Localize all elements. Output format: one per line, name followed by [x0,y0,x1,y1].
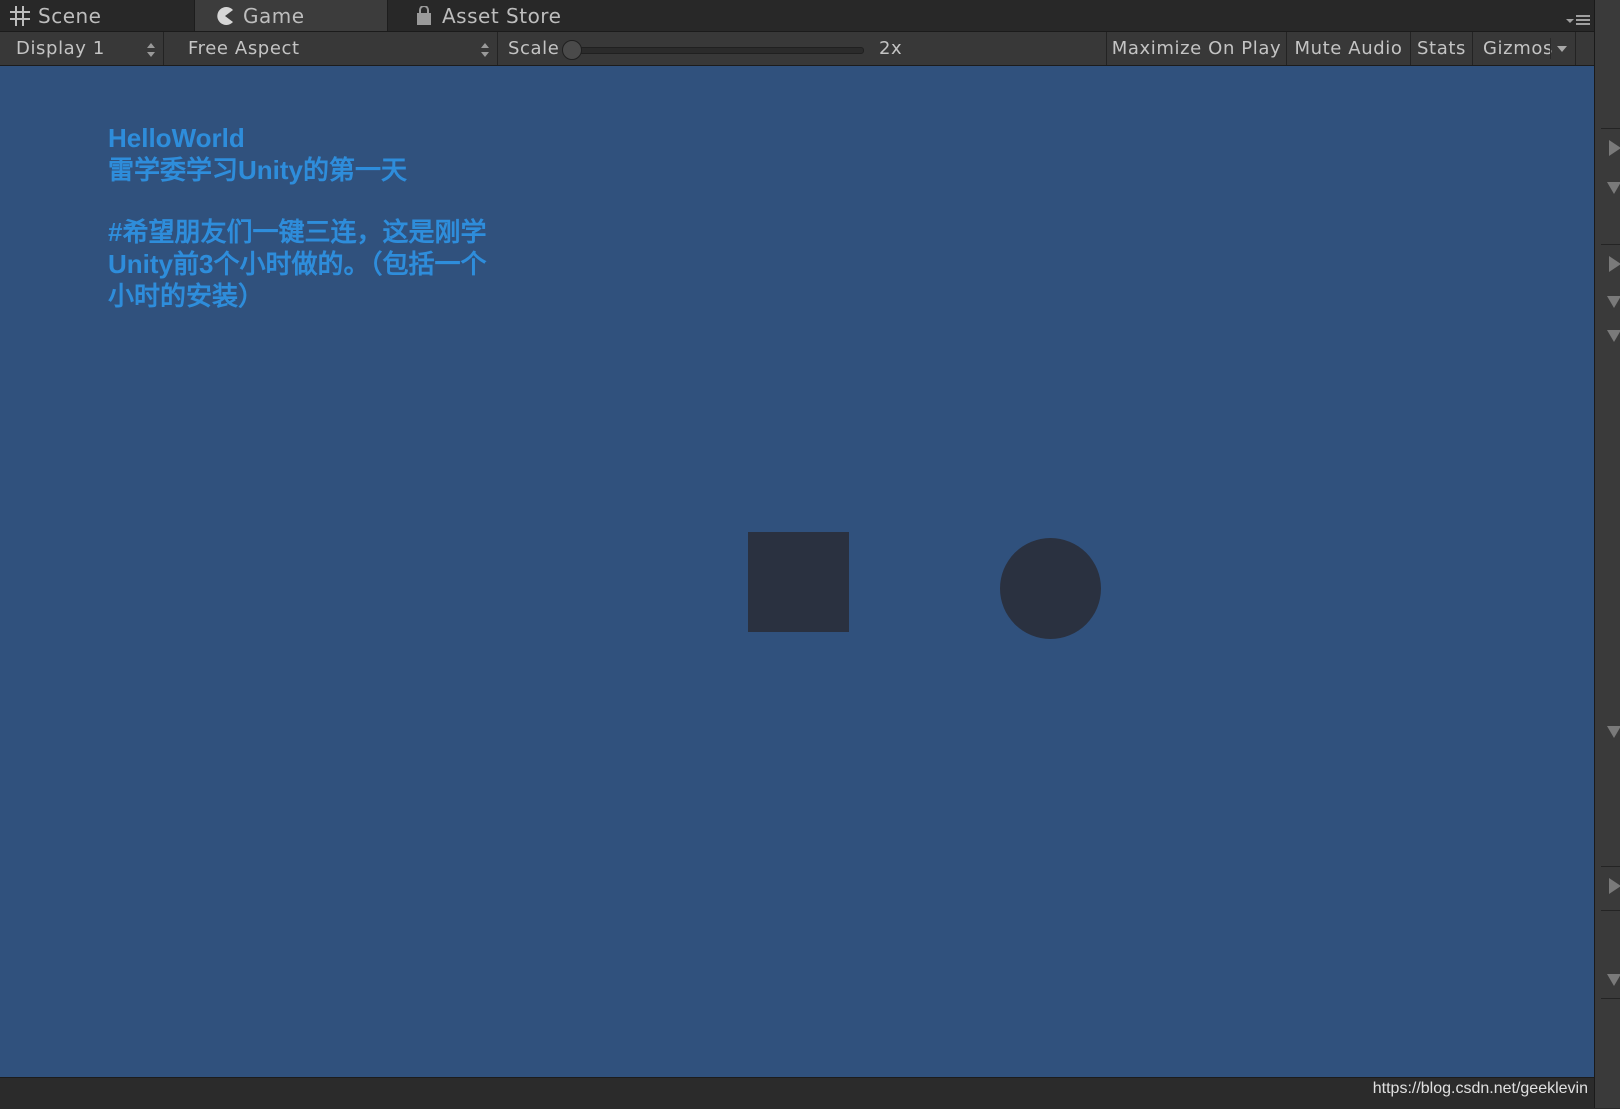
tab-game[interactable]: Game [194,0,388,31]
text-line: 雷学委学习Unity的第一天 [108,155,408,185]
scale-slider[interactable] [570,47,864,54]
expand-right-icon[interactable] [1609,878,1620,894]
divider [1601,866,1620,867]
tab-game-label: Game [243,3,305,28]
expand-right-icon[interactable] [1609,256,1620,272]
mute-audio-button[interactable]: Mute Audio [1286,32,1410,65]
tab-scene[interactable]: Scene [8,0,188,31]
divider [1601,910,1620,911]
collapse-down-icon[interactable] [1607,974,1620,986]
text-line: Unity前3个小时做的。（包括一个 [108,249,487,279]
game-view[interactable]: HelloWorld 雷学委学习Unity的第一天 #希望朋友们一键三连，这是刚… [0,66,1594,1077]
watermark-url: https://blog.csdn.net/geeklevin [1372,1080,1588,1097]
stats-label: Stats [1417,38,1466,59]
square-sprite [748,532,849,632]
collapse-down-icon[interactable] [1607,182,1620,194]
text-line: HelloWorld [108,123,245,153]
divider [1601,128,1620,129]
display-dropdown-label: Display 1 [16,38,105,59]
display-dropdown[interactable]: Display 1 [0,32,164,65]
tab-asset-store-label: Asset Store [442,3,562,28]
maximize-on-play-label: Maximize On Play [1111,38,1282,59]
text-line: #希望朋友们一键三连，这是刚学 [108,217,487,247]
inspector-panel-edge [1594,0,1620,1108]
expand-right-icon[interactable] [1609,140,1620,156]
game-ui-text: HelloWorld 雷学委学习Unity的第一天 #希望朋友们一键三连，这是刚… [108,122,548,312]
window-tab-bar: Scene Game Asset Store [0,0,1620,32]
text-line: 小时的安装） [108,281,265,311]
collapse-down-icon[interactable] [1607,330,1620,342]
scale-control: Scale 2x [498,32,1106,65]
gizmos-label: Gizmos [1483,38,1553,59]
stats-button[interactable]: Stats [1410,32,1472,65]
collapse-down-icon[interactable] [1607,296,1620,308]
collapse-down-icon[interactable] [1607,726,1620,738]
maximize-on-play-button[interactable]: Maximize On Play [1106,32,1286,65]
gizmos-button[interactable]: Gizmos [1472,32,1576,65]
scale-label: Scale [508,38,560,59]
tab-asset-store[interactable]: Asset Store [412,0,612,31]
scale-value: 2x [879,38,903,59]
chevron-down-icon[interactable] [1557,46,1567,52]
bag-icon [412,4,436,28]
divider [1601,244,1620,245]
aspect-dropdown-label: Free Aspect [188,38,300,59]
status-bar: https://blog.csdn.net/geeklevin [0,1077,1594,1109]
grid-icon [8,4,32,28]
game-toolbar: Display 1 Free Aspect Scale 2x Maximize … [0,32,1594,66]
updown-arrows-icon [147,41,155,57]
updown-arrows-icon [481,41,489,57]
scale-slider-thumb[interactable] [562,40,582,60]
pacman-icon [213,4,237,28]
menu-icon[interactable] [1566,12,1590,26]
tab-scene-label: Scene [38,3,102,28]
circle-sprite [1000,538,1101,639]
divider [1601,998,1620,999]
divider [1550,38,1551,59]
mute-audio-label: Mute Audio [1294,38,1403,59]
aspect-dropdown[interactable]: Free Aspect [164,32,498,65]
